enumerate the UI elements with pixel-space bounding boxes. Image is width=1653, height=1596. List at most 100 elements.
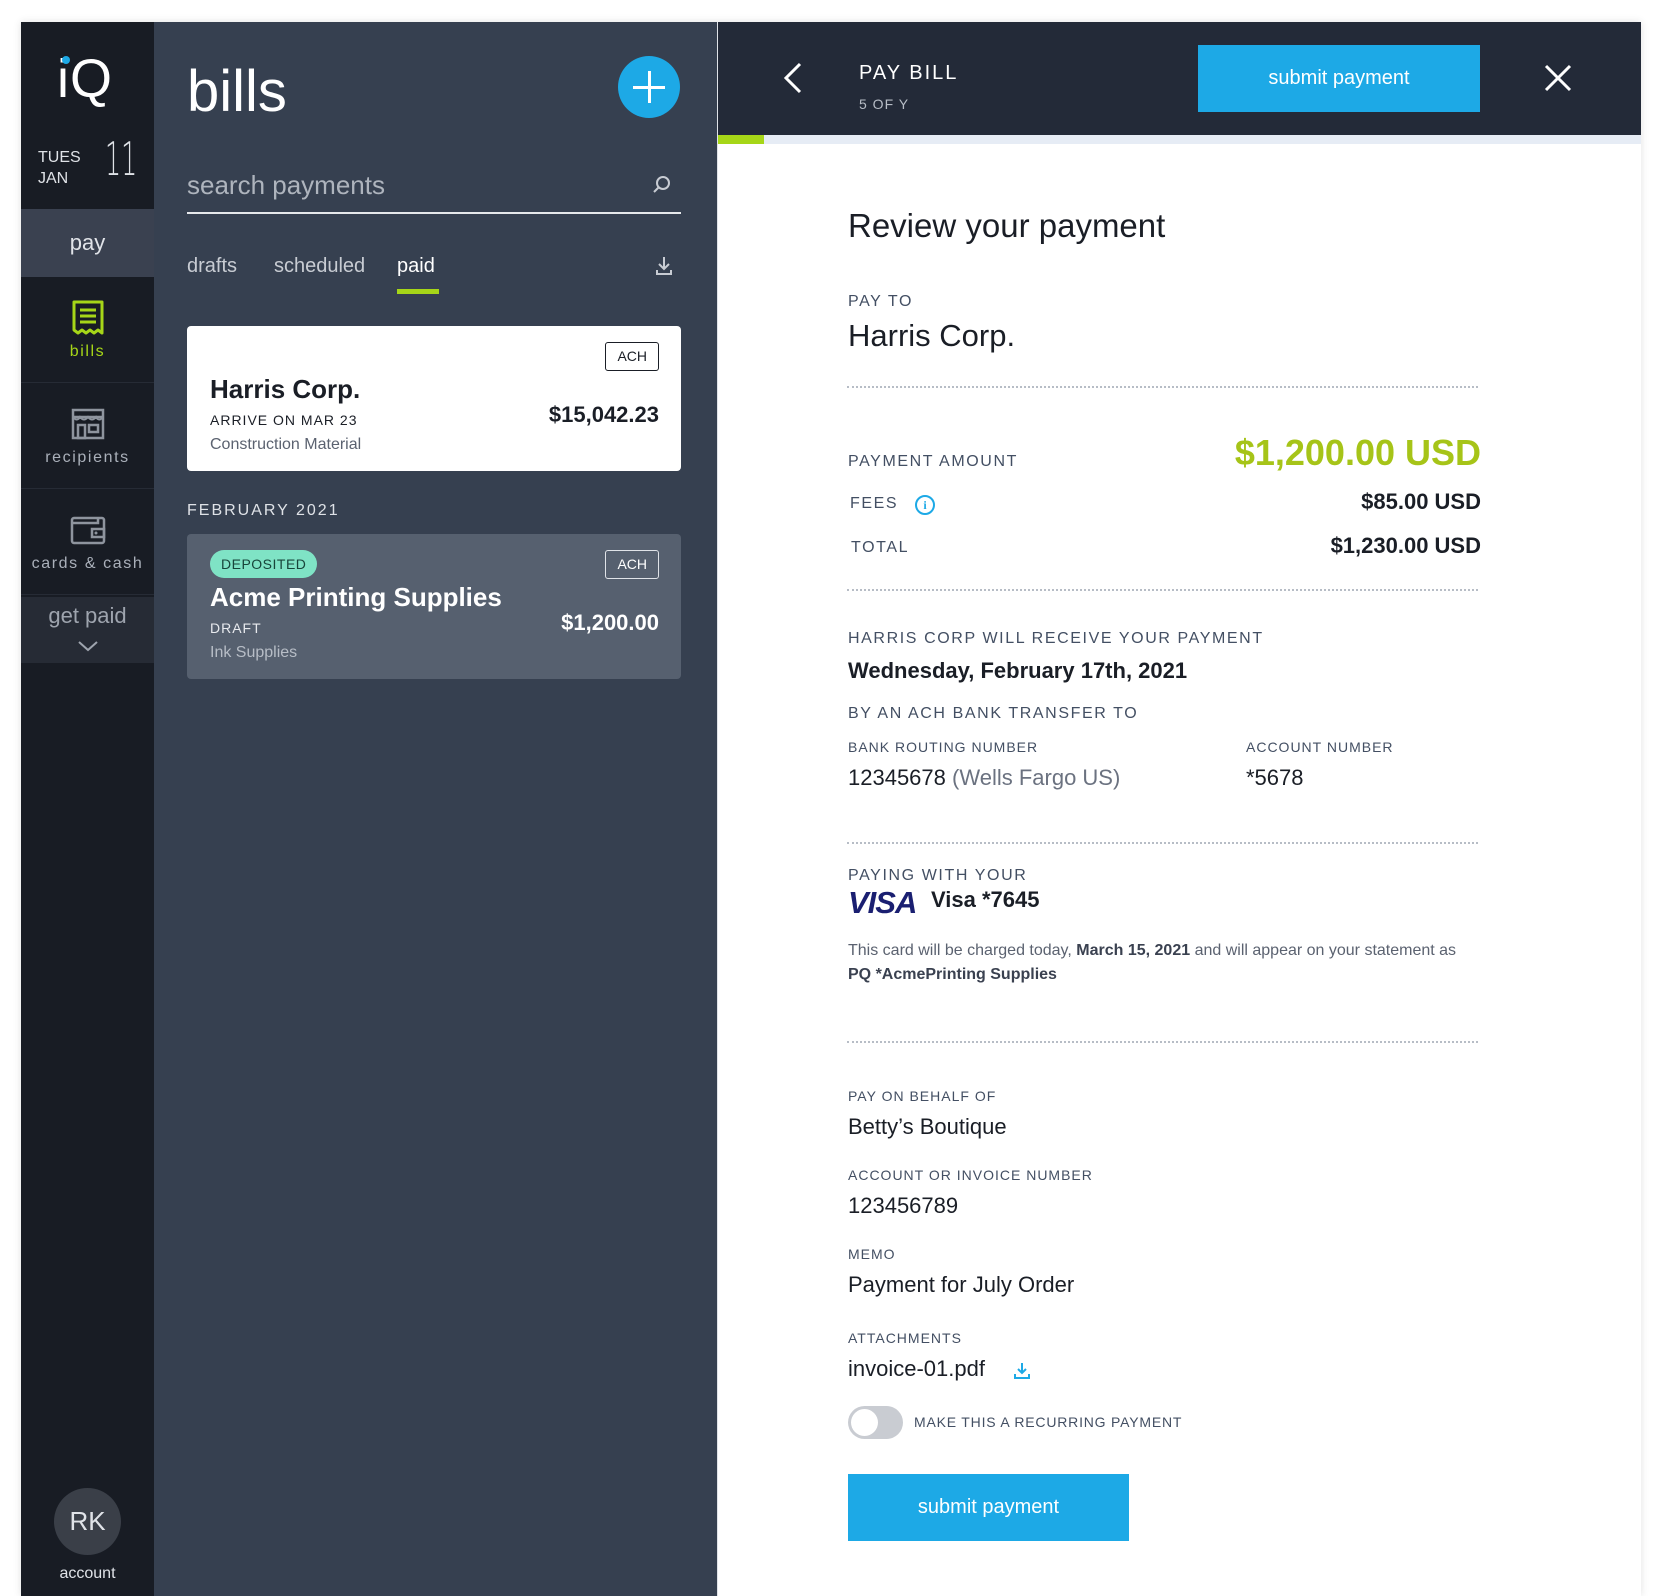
- nav-item-bills[interactable]: bills: [21, 277, 154, 383]
- payment-method-tag: ACH: [605, 550, 659, 579]
- header-title: PAY BILL: [859, 62, 959, 84]
- nav-item-label: recipients: [45, 449, 130, 466]
- charge-note-part1: This card will be charged today,: [848, 942, 1077, 959]
- search-input[interactable]: search payments: [187, 170, 385, 201]
- routing-bank: (Wells Fargo US): [952, 765, 1121, 790]
- charge-date: March 15, 2021: [1076, 942, 1191, 959]
- progress-bar: [718, 135, 1641, 144]
- month-section-label: FEBRUARY 2021: [187, 502, 340, 519]
- behalf-value: Betty’s Boutique: [848, 1114, 1007, 1139]
- pay-to-value: Harris Corp.: [848, 318, 1016, 353]
- bill-amount: $15,042.23: [548, 402, 659, 427]
- search-icon[interactable]: [651, 174, 673, 196]
- bill-description: Ink Supplies: [210, 644, 298, 661]
- card-label: Visa *7645: [931, 887, 1040, 912]
- bills-list-panel: bills search payments drafts scheduled p…: [154, 22, 717, 1596]
- transfer-label: BY AN ACH BANK TRANSFER TO: [848, 705, 1139, 722]
- divider: [847, 1041, 1478, 1043]
- search-field[interactable]: search payments: [187, 166, 681, 214]
- receipt-icon: [72, 300, 104, 335]
- attachments-label: ATTACHMENTS: [848, 1330, 962, 1346]
- tab-scheduled[interactable]: scheduled: [274, 255, 365, 278]
- nav-item-label: cards & cash: [31, 555, 144, 572]
- routing-value: 12345678 (Wells Fargo US): [848, 765, 1120, 791]
- recurring-label: MAKE THIS A RECURRING PAYMENT: [914, 1414, 1183, 1430]
- payment-method-tag: ACH: [605, 342, 659, 371]
- memo-value: Payment for July Order: [848, 1272, 1075, 1297]
- account-label[interactable]: account: [21, 1565, 154, 1583]
- behalf-label: PAY ON BEHALF OF: [848, 1088, 997, 1104]
- bill-arrival: ARRIVE ON MAR 23: [210, 412, 358, 428]
- memo-label: MEMO: [848, 1246, 896, 1262]
- logo-dot: [62, 56, 70, 64]
- pay-bill-detail: PAY BILL 5 OF Y submit payment Review yo…: [717, 22, 1641, 1596]
- detail-header: PAY BILL 5 OF Y submit payment: [718, 22, 1641, 135]
- routing-number: 12345678: [848, 765, 946, 790]
- nav-rail: iQ TUES JAN 11 pay bills recipients card…: [21, 22, 154, 1596]
- back-arrow-icon[interactable]: [774, 58, 814, 98]
- account-number-value: *5678: [1246, 765, 1304, 790]
- nav-item-cards-cash[interactable]: cards & cash: [21, 489, 154, 595]
- nav-pay[interactable]: pay: [21, 209, 154, 277]
- invoice-value: 123456789: [848, 1193, 959, 1218]
- payment-amount-value: $1,200.00 USD: [1234, 432, 1481, 473]
- nav-get-paid-label: get paid: [48, 603, 127, 628]
- divider: [847, 386, 1478, 388]
- fees-value: $85.00 USD: [1361, 489, 1481, 514]
- date-weekday-month: TUES JAN: [38, 147, 81, 189]
- page-title: bills: [187, 59, 287, 124]
- review-heading: Review your payment: [848, 207, 1166, 244]
- date-weekday: TUES: [38, 149, 81, 166]
- header-step: 5 OF Y: [859, 96, 910, 112]
- divider: [847, 842, 1478, 844]
- date-month: JAN: [38, 170, 69, 187]
- chevron-down-icon: [78, 641, 98, 652]
- divider: [847, 589, 1478, 591]
- wallet-icon: [70, 516, 106, 545]
- visa-logo: VISA: [848, 885, 917, 920]
- receive-date: Wednesday, February 17th, 2021: [848, 658, 1188, 683]
- charge-note-part2: and will appear on your statement as: [1190, 942, 1457, 959]
- bill-amount: $1,200.00: [561, 610, 659, 635]
- submit-payment-button[interactable]: submit payment: [848, 1474, 1129, 1541]
- payment-amount-label: PAYMENT AMOUNT: [848, 453, 1018, 470]
- download-icon[interactable]: [654, 255, 674, 277]
- receive-label: HARRIS CORP WILL RECEIVE YOUR PAYMENT: [848, 630, 1264, 647]
- tab-paid[interactable]: paid: [397, 255, 435, 278]
- total-label: TOTAL: [851, 539, 910, 556]
- total-value: $1,230.00 USD: [1330, 533, 1481, 558]
- active-tab-indicator: [397, 289, 439, 294]
- account-number-label: ACCOUNT NUMBER: [1246, 739, 1394, 755]
- bill-payee: Acme Printing Supplies: [210, 582, 502, 612]
- nav-item-label: bills: [69, 343, 106, 360]
- date-day-number: 11: [105, 132, 138, 186]
- app-window: iQ TUES JAN 11 pay bills recipients card…: [21, 22, 1641, 1596]
- pay-to-label: PAY TO: [848, 293, 914, 310]
- avatar[interactable]: RK: [54, 1488, 121, 1555]
- bill-status: DRAFT: [210, 620, 262, 636]
- nav-get-paid[interactable]: get paid: [21, 597, 154, 663]
- bill-description: Construction Material: [210, 436, 362, 453]
- invoice-label: ACCOUNT OR INVOICE NUMBER: [848, 1167, 1093, 1183]
- statement-descriptor: PQ *AcmePrinting Supplies: [848, 966, 1057, 983]
- routing-label: BANK ROUTING NUMBER: [848, 739, 1039, 755]
- tab-drafts[interactable]: drafts: [187, 255, 237, 278]
- progress-fill: [718, 135, 765, 144]
- bill-card-harris[interactable]: ACH Harris Corp. ARRIVE ON MAR 23 Constr…: [187, 326, 681, 471]
- nav-item-recipients[interactable]: recipients: [21, 383, 154, 489]
- info-icon[interactable]: i: [915, 495, 935, 515]
- status-badge: DEPOSITED: [210, 550, 318, 578]
- bill-card-acme[interactable]: DEPOSITED ACH Acme Printing Supplies DRA…: [187, 534, 681, 679]
- storefront-icon: [71, 408, 105, 440]
- add-bill-button[interactable]: [618, 56, 680, 118]
- charge-note: This card will be charged today, March 1…: [848, 939, 1468, 987]
- download-icon[interactable]: [1013, 1361, 1031, 1381]
- submit-payment-button-top[interactable]: submit payment: [1198, 45, 1480, 112]
- fees-label: FEES: [850, 495, 899, 512]
- bill-payee: Harris Corp.: [210, 374, 361, 404]
- attachment-link[interactable]: invoice-01.pdf: [848, 1356, 985, 1382]
- bill-tabs: drafts scheduled paid: [187, 255, 681, 295]
- close-icon[interactable]: [1538, 58, 1578, 98]
- recurring-toggle[interactable]: [848, 1406, 903, 1439]
- paying-with-label: PAYING WITH YOUR: [848, 867, 1028, 884]
